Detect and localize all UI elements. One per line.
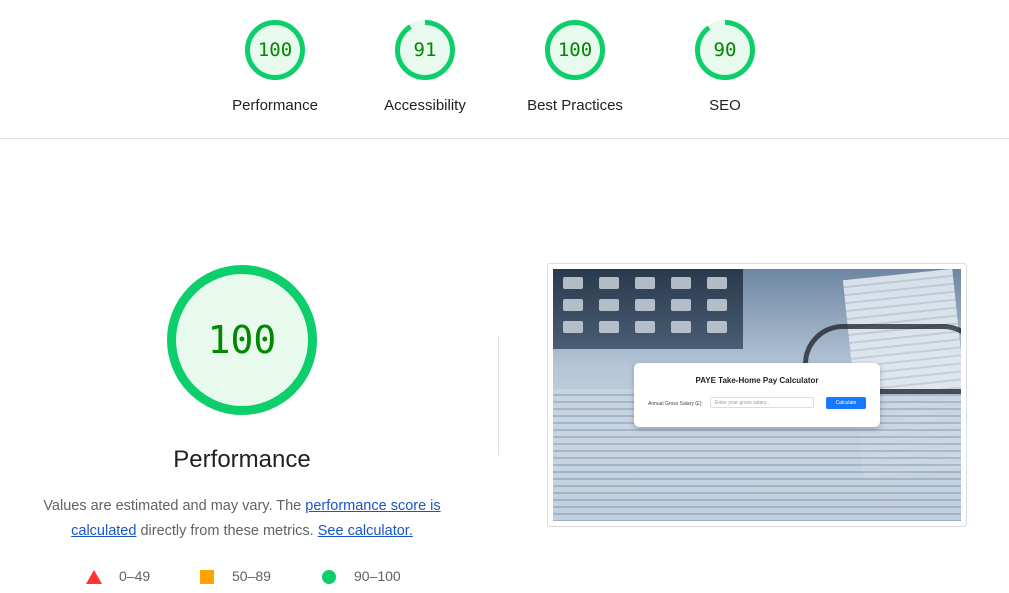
accessibility-label: Accessibility xyxy=(384,97,466,114)
category-scores-bar: 100 Performance 91 Accessibility 100 Bes… xyxy=(0,0,1009,139)
description-middle: directly from these metrics. xyxy=(136,523,318,539)
legend-pass-label: 90–100 xyxy=(354,568,401,584)
calculator-card-title: PAYE Take-Home Pay Calculator xyxy=(695,376,819,385)
calculate-button: Calculate xyxy=(826,397,866,409)
legend-fail-label: 0–49 xyxy=(119,568,151,584)
square-icon xyxy=(200,570,214,584)
performance-main-score: 100 xyxy=(207,318,277,362)
salary-input: Enter your gross salary... xyxy=(710,397,814,408)
circle-icon xyxy=(322,570,336,584)
legend-average-label: 50–89 xyxy=(232,568,271,584)
see-calculator-link[interactable]: See calculator. xyxy=(318,523,413,539)
performance-description: Values are estimated and may vary. The p… xyxy=(20,494,464,544)
best-practices-label: Best Practices xyxy=(527,97,623,114)
calculator-card: PAYE Take-Home Pay Calculator Annual Gro… xyxy=(634,363,880,427)
performance-label: Performance xyxy=(232,97,318,114)
seo-score: 90 xyxy=(713,39,737,61)
performance-main-gauge: 100 xyxy=(166,264,318,416)
section-divider xyxy=(498,336,499,455)
final-screenshot: PAYE Take-Home Pay Calculator Annual Gro… xyxy=(553,269,961,521)
performance-title: Performance xyxy=(173,446,311,473)
best-practices-score: 100 xyxy=(557,39,593,61)
description-prefix: Values are estimated and may vary. The xyxy=(43,498,306,514)
performance-gauge[interactable]: 100 xyxy=(244,19,306,81)
accessibility-score: 91 xyxy=(413,39,437,61)
accessibility-gauge[interactable]: 91 xyxy=(394,19,456,81)
performance-score: 100 xyxy=(257,39,293,61)
seo-label: SEO xyxy=(709,97,741,114)
final-screenshot-frame[interactable]: PAYE Take-Home Pay Calculator Annual Gro… xyxy=(547,263,967,527)
calculator-image xyxy=(553,269,743,349)
best-practices-gauge[interactable]: 100 xyxy=(544,19,606,81)
seo-gauge[interactable]: 90 xyxy=(694,19,756,81)
salary-field-label: Annual Gross Salary (£): xyxy=(648,401,703,407)
triangle-icon xyxy=(86,570,102,584)
